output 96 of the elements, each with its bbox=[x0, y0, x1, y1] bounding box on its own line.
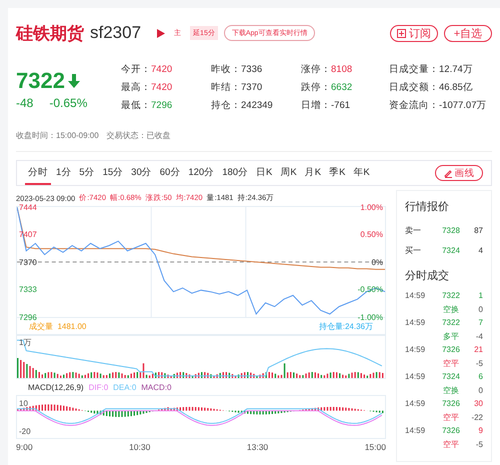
macd-legend: MACD:0 bbox=[141, 382, 172, 392]
trade-volume: 30 bbox=[473, 399, 483, 408]
stat-label: 昨收：7336 bbox=[211, 63, 264, 76]
trade-price: 7322 bbox=[441, 291, 461, 300]
position-change: -5 bbox=[474, 440, 483, 448]
macd-legend: DIF:0 bbox=[88, 382, 108, 392]
trade-time: 14:59 bbox=[405, 318, 426, 327]
order-price: 7328 bbox=[441, 226, 461, 234]
period-tab[interactable]: 60分 bbox=[156, 161, 184, 185]
order-side: 买一 bbox=[405, 244, 422, 256]
price-axis-label: 7444 bbox=[19, 202, 37, 212]
open-interest-label: 持仓量:24.36万 bbox=[318, 320, 373, 332]
status-text: 收盘时间：15:00-09:00 bbox=[16, 130, 99, 141]
trade-time: 14:59 bbox=[405, 345, 426, 354]
stat-label: 日成交额：46.85亿 bbox=[389, 81, 474, 94]
trade-time: 14:59 bbox=[405, 291, 426, 300]
period-tab[interactable]: 15分 bbox=[100, 161, 126, 185]
futures-name: 硅铁期货 bbox=[16, 22, 84, 44]
trade-price: 7324 bbox=[441, 372, 461, 381]
subscribe-button[interactable]: 订阅 bbox=[390, 24, 438, 42]
time-axis-label: 9:00 bbox=[16, 442, 33, 452]
trade-type: 空平 bbox=[442, 412, 460, 422]
trade-volume: 9 bbox=[478, 426, 483, 435]
down-arrow-icon bbox=[68, 74, 80, 88]
play-icon bbox=[157, 28, 166, 38]
macd-legend: DEA:0 bbox=[113, 382, 136, 392]
period-tab[interactable]: 1分 bbox=[53, 161, 74, 185]
stat-label: 持仓：242349 bbox=[211, 99, 274, 112]
trade-price: 7326 bbox=[441, 345, 461, 354]
stat-label: 日增：-761 bbox=[301, 99, 352, 112]
price-change: -48 bbox=[16, 96, 34, 110]
contract-code: sf2307 bbox=[90, 23, 142, 43]
trade-type: 空平 bbox=[442, 358, 460, 368]
percent-change: -0.65% bbox=[49, 96, 88, 110]
stat-label: 涨停：8108 bbox=[301, 63, 354, 76]
order-price: 7324 bbox=[441, 246, 461, 254]
position-change: -4 bbox=[474, 332, 483, 340]
trade-volume: 7 bbox=[478, 318, 483, 327]
trade-type: 空平 bbox=[442, 438, 460, 450]
period-tab[interactable]: 5分 bbox=[76, 161, 98, 185]
position-change: -5 bbox=[474, 358, 483, 368]
percent-axis-label: -1.00% bbox=[358, 312, 383, 322]
status-text: 交易状态：已收盘 bbox=[106, 130, 171, 141]
position-change: 0 bbox=[478, 386, 483, 394]
trade-volume: 6 bbox=[478, 372, 483, 381]
volume-label: 成交量 1481.00 bbox=[29, 320, 86, 332]
trade-type: 多平 bbox=[442, 330, 460, 342]
order-volume: 4 bbox=[478, 246, 483, 254]
panel-title: 行情报价 bbox=[405, 200, 450, 214]
period-tab[interactable]: 月K bbox=[302, 161, 324, 185]
price-axis-label: 7370 bbox=[19, 258, 37, 266]
order-side: 卖一 bbox=[405, 224, 422, 236]
time-axis-label: 13:30 bbox=[246, 442, 268, 452]
stat-label: 今开：7420 bbox=[121, 63, 174, 76]
percent-axis-label: 0.50% bbox=[360, 230, 383, 239]
trade-price: 7326 bbox=[441, 399, 461, 408]
period-tab[interactable]: 年K bbox=[350, 161, 373, 185]
percent-axis-label: 1.00% bbox=[360, 202, 383, 212]
percent-axis-label: 0% bbox=[371, 258, 383, 266]
trade-price: 7322 bbox=[441, 318, 461, 327]
trade-time: 14:59 bbox=[405, 372, 426, 381]
time-axis-label: 10:30 bbox=[129, 442, 150, 452]
position-change: -22 bbox=[470, 412, 483, 422]
macd-legend: MACD(12,26,9) bbox=[28, 382, 84, 392]
period-tab[interactable]: 120分 bbox=[185, 161, 218, 185]
period-tab[interactable]: 周K bbox=[277, 161, 300, 185]
draw-line-button[interactable]: 画线 bbox=[435, 165, 483, 181]
trade-volume: 1 bbox=[478, 291, 483, 300]
trade-price: 7326 bbox=[441, 426, 461, 435]
stat-label: 资金流向：-1077.07万 bbox=[389, 99, 488, 112]
macd-axis-label: -20 bbox=[19, 427, 31, 436]
price-axis-label: 7333 bbox=[19, 285, 37, 294]
stat-label: 最低：7296 bbox=[121, 99, 174, 112]
period-tab[interactable]: 分时 bbox=[25, 161, 51, 185]
price-axis-label: 7296 bbox=[19, 312, 37, 322]
period-tab[interactable]: 30分 bbox=[128, 161, 155, 185]
add-watchlist-button[interactable]: +自选 bbox=[444, 24, 492, 42]
period-tab[interactable]: 日K bbox=[253, 161, 276, 185]
period-tab[interactable]: 季K bbox=[326, 161, 348, 185]
trade-type: 空换 bbox=[442, 384, 460, 396]
trade-time: 14:59 bbox=[405, 399, 426, 408]
time-axis-label: 15:00 bbox=[364, 442, 386, 452]
panel-title: 分时成交 bbox=[405, 268, 450, 283]
order-volume: 87 bbox=[473, 226, 483, 234]
stat-label: 日成交量：12.74万 bbox=[389, 63, 474, 76]
pencil-icon bbox=[444, 168, 452, 178]
stat-label: 跌停：6632 bbox=[301, 81, 354, 94]
trade-type: 空换 bbox=[442, 304, 460, 314]
stat-label: 最高：7420 bbox=[121, 81, 174, 94]
position-change: 0 bbox=[478, 304, 483, 314]
period-tab[interactable]: 180分 bbox=[219, 161, 252, 185]
trade-volume: 21 bbox=[473, 345, 483, 354]
last-price: 7322 bbox=[16, 68, 65, 94]
stat-label: 昨结：7370 bbox=[211, 81, 264, 94]
macd-axis-label: 10 bbox=[19, 399, 28, 408]
trade-time: 14:59 bbox=[405, 426, 426, 435]
